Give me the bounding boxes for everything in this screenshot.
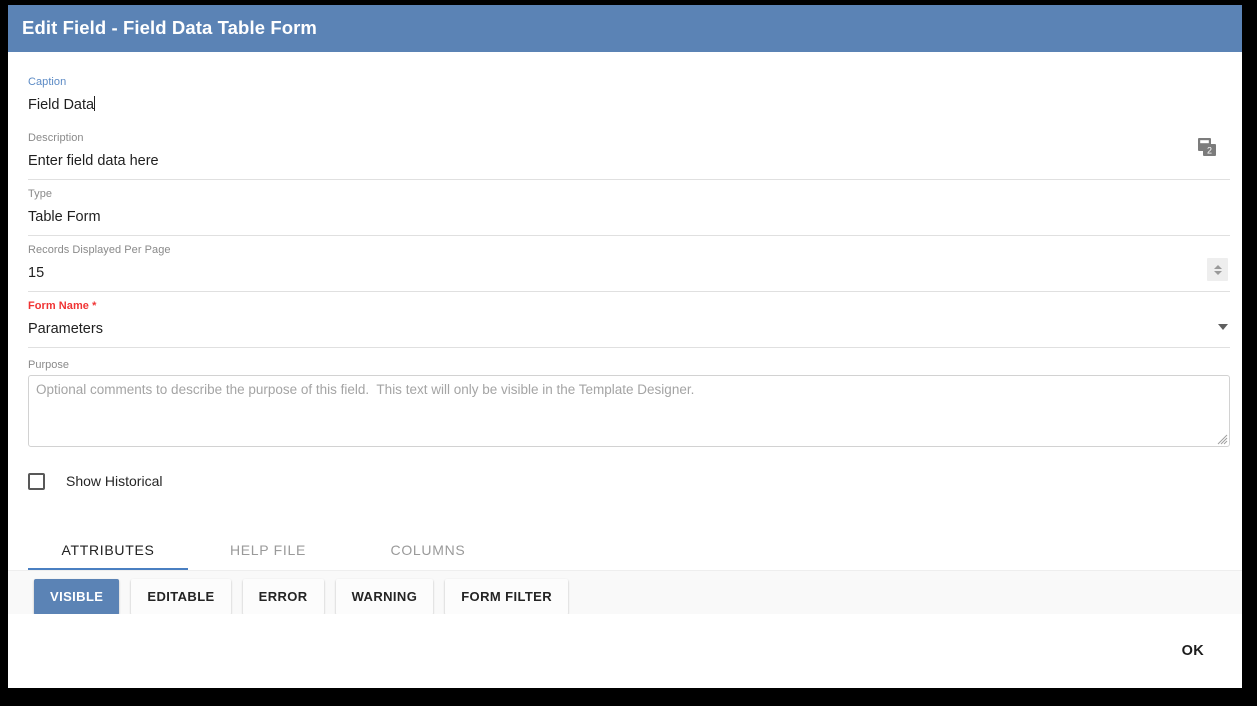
- purpose-field: Purpose Optional comments to describe th…: [8, 358, 1242, 447]
- purpose-textarea[interactable]: Optional comments to describe the purpos…: [28, 375, 1230, 447]
- show-historical-row[interactable]: Show Historical: [8, 447, 1242, 490]
- attribute-button-visible[interactable]: VISIBLE: [34, 579, 119, 615]
- tab-help-file[interactable]: HELP FILE: [188, 534, 348, 570]
- text-caret: [94, 96, 95, 111]
- show-historical-label: Show Historical: [66, 473, 162, 490]
- caption-value-row[interactable]: Field Data: [28, 89, 1230, 124]
- required-marker: *: [92, 300, 96, 312]
- screen-background: Edit Field - Field Data Table Form 2 Cap…: [0, 0, 1257, 706]
- purpose-placeholder: Optional comments to describe the purpos…: [36, 381, 1219, 399]
- records-per-page-label: Records Displayed Per Page: [28, 236, 1230, 257]
- records-per-page-input[interactable]: 15: [28, 257, 1230, 292]
- show-historical-checkbox[interactable]: [28, 473, 45, 490]
- form-name-value[interactable]: Parameters: [28, 313, 1230, 348]
- type-input[interactable]: Table Form: [28, 201, 1230, 236]
- dialog-title: Edit Field - Field Data Table Form: [22, 19, 317, 38]
- form-name-label: Form Name *: [28, 292, 1230, 313]
- form-name-underline: [28, 347, 1230, 348]
- attribute-button-warning[interactable]: WARNING: [336, 579, 434, 615]
- tab-attributes[interactable]: ATTRIBUTES: [28, 534, 188, 570]
- number-stepper-icon[interactable]: [1207, 258, 1228, 281]
- form-name-field[interactable]: Form Name * Parameters: [20, 292, 1230, 348]
- edit-field-dialog: Edit Field - Field Data Table Form 2 Cap…: [8, 5, 1242, 688]
- resize-grip-icon[interactable]: [1215, 432, 1228, 445]
- dialog-body: 2 Caption Field Data Description Enter f…: [8, 52, 1242, 688]
- dialog-footer: OK: [8, 614, 1242, 688]
- caption-field[interactable]: Caption Field Data: [20, 68, 1230, 124]
- description-input[interactable]: Enter field data here: [28, 145, 1230, 180]
- stepper-down-icon[interactable]: [1214, 271, 1222, 275]
- type-field[interactable]: Type Table Form: [20, 180, 1230, 236]
- caption-label: Caption: [28, 68, 1230, 89]
- caption-input[interactable]: Field Data: [28, 97, 94, 113]
- attribute-button-error[interactable]: ERROR: [243, 579, 324, 615]
- stepper-up-icon[interactable]: [1214, 265, 1222, 269]
- field-list: Caption Field Data Description Enter fie…: [8, 52, 1242, 348]
- attribute-button-form-filter[interactable]: FORM FILTER: [445, 579, 568, 615]
- attribute-button-editable[interactable]: EDITABLE: [131, 579, 230, 615]
- description-field[interactable]: Description Enter field data here: [20, 124, 1230, 180]
- form-name-label-text: Form Name: [28, 300, 89, 312]
- tab-bar: ATTRIBUTES HELP FILE COLUMNS: [8, 534, 1242, 571]
- dialog-titlebar: Edit Field - Field Data Table Form: [8, 5, 1242, 52]
- records-per-page-field[interactable]: Records Displayed Per Page 15: [20, 236, 1230, 292]
- purpose-label: Purpose: [20, 358, 1230, 375]
- ok-button[interactable]: OK: [1172, 637, 1214, 665]
- tab-columns[interactable]: COLUMNS: [348, 534, 508, 570]
- description-label: Description: [28, 124, 1230, 145]
- type-label: Type: [28, 180, 1230, 201]
- chevron-down-icon[interactable]: [1218, 324, 1228, 330]
